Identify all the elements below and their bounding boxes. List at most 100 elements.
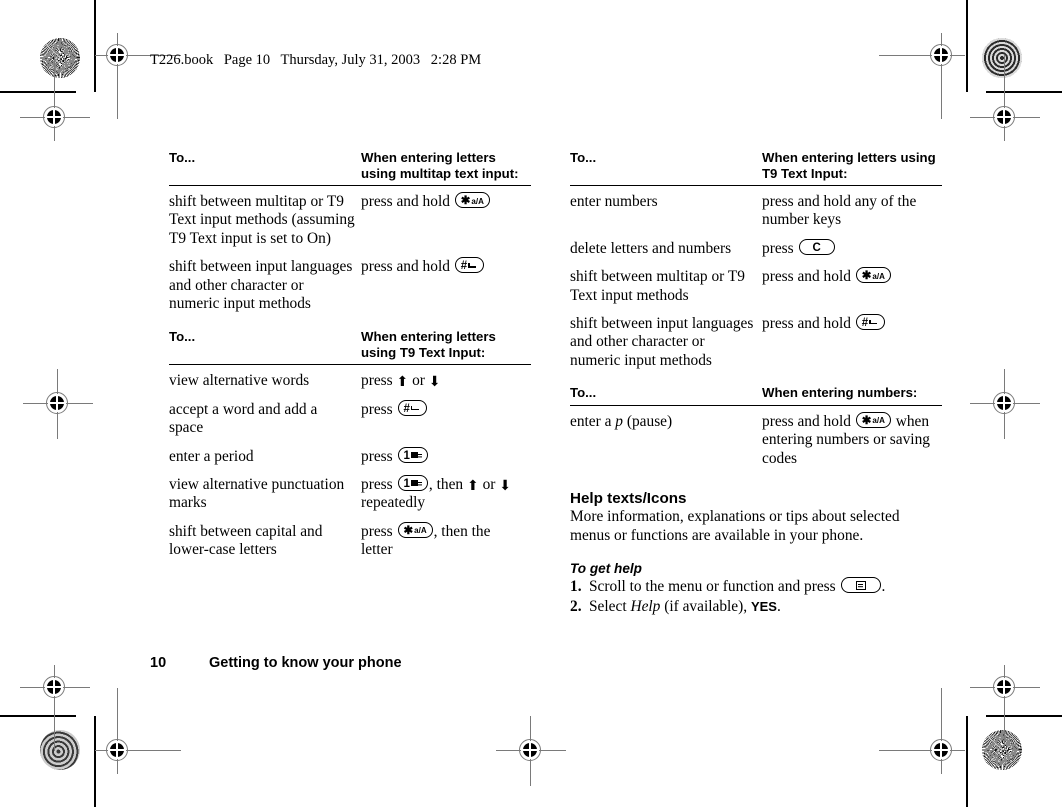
table-row: view alternative words press ⬆ or ⬇ — [169, 365, 531, 396]
t9-letters-table-left: To... When entering letters using T9 Tex… — [169, 329, 531, 564]
instruction-or: or — [412, 372, 425, 390]
table-row: enter a period press 1 — [169, 443, 531, 471]
row-instruction: press # — [361, 396, 531, 443]
star-a-A-key-icon: ✱a/A — [855, 411, 891, 428]
running-header-page: Page 10 — [223, 52, 271, 68]
help-subheading: To get help — [570, 561, 642, 577]
column-header-to: To... — [169, 150, 361, 186]
hash-space-key-icon: # — [397, 399, 427, 416]
trim-rule-bottom-right-horizontal — [986, 715, 1062, 717]
column-header-method: When entering numbers: — [762, 385, 942, 406]
table-header-row: To... When entering numbers: — [570, 385, 942, 406]
row-instruction: press and hold ✱a/A — [361, 186, 531, 254]
step-yes-label: YES — [750, 598, 777, 614]
star-a-A-key-icon: ✱a/A — [454, 192, 490, 208]
running-header-time: 2:28 PM — [430, 52, 482, 68]
table-row: shift between input languages and other … — [169, 253, 531, 318]
table-header-row: To... When entering letters using T9 Tex… — [570, 150, 942, 186]
step-number: 1. — [570, 578, 582, 596]
instruction-text: press — [361, 400, 393, 418]
registration-mark-mid-right — [970, 369, 1040, 439]
column-header-method: When entering letters using T9 Text Inpu… — [361, 329, 531, 366]
trim-rule-right-vertical — [966, 0, 968, 92]
instruction-text: press and hold — [361, 258, 450, 276]
table-row: shift between input languages and other … — [570, 310, 942, 375]
running-header: T226.book Page 10 Thursday, July 31, 200… — [150, 52, 488, 69]
table-row: shift between multitap or T9 Text input … — [570, 263, 942, 310]
instruction-text: press — [361, 476, 393, 494]
table-row: enter a p (pause) press and hold ✱a/A wh… — [570, 405, 942, 473]
column-header-to: To... — [570, 150, 762, 186]
one-voicemail-key-icon: 1 — [397, 446, 428, 463]
step-text: Select — [589, 597, 631, 615]
density-patch-top-right — [982, 38, 1022, 78]
instruction-or: or — [482, 476, 496, 494]
row-action: view alternative punctuation marks — [169, 476, 345, 512]
star-a-A-key-icon: ✱a/A — [397, 521, 433, 538]
running-header-date: Thursday, July 31, 2003 — [280, 52, 421, 68]
star-a-A-key-icon: ✱a/A — [855, 267, 891, 284]
registration-mark-mid-left — [23, 369, 93, 439]
trim-rule-bottom-left-horizontal — [0, 715, 76, 717]
list-item: 1. Scroll to the menu or function and pr… — [570, 577, 942, 596]
one-voicemail-key-icon: 1 — [397, 475, 428, 492]
registration-mark-bottom-center — [496, 716, 566, 786]
footer-page-number: 10 — [150, 655, 167, 671]
arrow-down-icon: ⬇ — [499, 479, 511, 495]
trim-rule-top-right-horizontal — [986, 91, 1062, 93]
row-instruction: press and hold # — [762, 310, 942, 375]
row-instruction: press and hold ✱a/A — [762, 263, 942, 310]
row-instruction: press C — [762, 235, 942, 263]
list-item: 2. Select Help (if available), YES. — [570, 597, 942, 616]
column-header-method: When entering letters using multitap tex… — [361, 150, 531, 186]
column-header-to: To... — [169, 329, 361, 366]
registration-mark-top-left — [95, 33, 181, 119]
footer-section-title: Getting to know your phone — [209, 655, 402, 671]
density-patch-bottom-left — [40, 730, 80, 770]
hash-space-key-icon: # — [454, 257, 485, 274]
clear-key-icon: C — [798, 238, 835, 255]
arrow-down-icon: ⬇ — [428, 375, 441, 391]
registration-mark-top-right — [879, 33, 965, 119]
trim-rule-top-left-horizontal — [0, 91, 76, 93]
help-section-body: More information, explanations or tips a… — [570, 507, 900, 544]
registration-mark-upper-right-edge — [970, 55, 1040, 141]
row-action: shift between input languages and other … — [570, 315, 754, 369]
table-row: shift between multitap or T9 Text input … — [169, 186, 531, 254]
row-instruction: press 1 — [361, 443, 531, 471]
instruction-text: press — [361, 372, 393, 390]
row-instruction: press ✱a/A, then the letter — [361, 518, 531, 565]
instruction-text: press and hold — [762, 315, 851, 333]
row-instruction: press and hold ✱a/A when entering number… — [762, 405, 942, 473]
column-header-method: When entering letters using T9 Text Inpu… — [762, 150, 942, 186]
registration-mark-bottom-right — [879, 688, 965, 774]
pause-letter: p — [615, 412, 623, 430]
registration-mark-bottom-left — [95, 688, 181, 774]
table-row: enter numbers press and hold any of the … — [570, 186, 942, 235]
row-instruction: press and hold any of the number keys — [762, 193, 917, 229]
help-steps-list: 1. Scroll to the menu or function and pr… — [570, 577, 942, 616]
running-header-file: T226.book — [150, 52, 214, 68]
arrow-up-icon: ⬆ — [396, 375, 409, 391]
table-row: accept a word and add a space press # — [169, 396, 531, 443]
multitap-table: To... When entering letters using multit… — [169, 150, 531, 318]
help-section-heading: Help texts/Icons — [570, 489, 687, 507]
t9-letters-table-right: To... When entering letters using T9 Tex… — [570, 150, 942, 375]
registration-mark-upper-left-edge — [20, 55, 90, 141]
step-help-word: Help — [630, 597, 661, 615]
instruction-text: press and hold — [762, 268, 851, 286]
density-patch-top-left — [40, 38, 80, 78]
arrow-up-icon: ⬆ — [466, 479, 479, 495]
instruction-repeatedly: repeatedly — [361, 494, 426, 512]
table-row: view alternative punctuation marks press… — [169, 471, 531, 518]
row-action: delete letters and numbers — [570, 239, 732, 257]
left-column: To... When entering letters using multit… — [169, 150, 531, 565]
row-instruction: press ⬆ or ⬇ — [361, 365, 531, 396]
instruction-text: press and hold — [762, 412, 851, 430]
step-text-post: . — [881, 578, 886, 596]
step-text-mid: (if available), — [660, 597, 751, 615]
column-header-to: To... — [570, 385, 762, 406]
registration-mark-lower-right-edge — [970, 665, 1040, 751]
